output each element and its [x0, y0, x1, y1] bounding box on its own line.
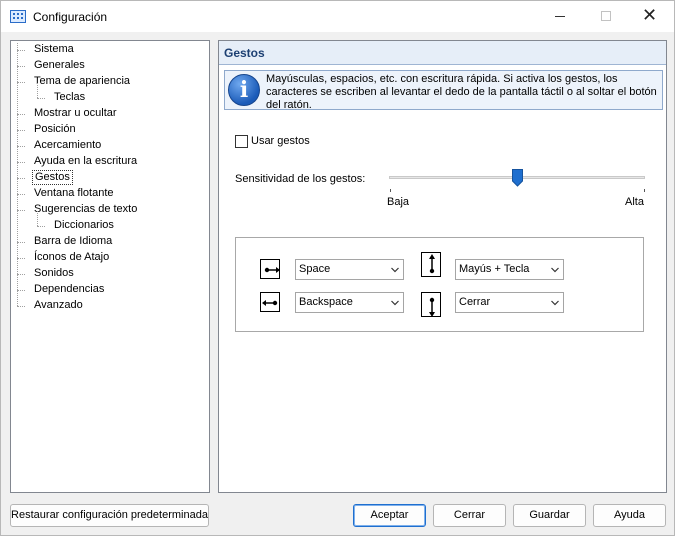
swipe-down-icon: [421, 292, 441, 317]
tree-line: [17, 114, 25, 115]
tree-line: [17, 162, 25, 163]
minimize-icon: [555, 16, 565, 17]
tree-line: [17, 146, 25, 147]
tree-line: [17, 130, 25, 131]
swipe-up-value: Mayús + Tecla: [459, 263, 530, 275]
tree-line: [17, 306, 25, 307]
gestures-panel: Gestos i Mayúsculas, espacios, etc. con …: [218, 40, 667, 493]
help-button[interactable]: Ayuda: [593, 504, 666, 527]
cancel-button[interactable]: Cerrar: [433, 504, 506, 527]
tree-line: [37, 226, 45, 227]
tree-item[interactable]: Gestos: [32, 170, 73, 185]
use-gestures-label[interactable]: Usar gestos: [251, 135, 310, 147]
tree-line: [17, 258, 25, 259]
swipe-right-select[interactable]: Space: [295, 259, 404, 280]
tree-item[interactable]: Ventana flotante: [32, 186, 116, 201]
panel-title: Gestos: [224, 46, 265, 60]
sensitivity-label: Sensitividad de los gestos:: [235, 173, 366, 185]
gesture-mapping-box: Space Mayús + Tecla Backspace Cerrar: [235, 237, 644, 332]
tree-item[interactable]: Tema de apariencia: [32, 74, 132, 89]
tree-line: [37, 83, 38, 98]
slider-tick-max: [644, 189, 645, 192]
tree-line: [37, 211, 38, 226]
sensitivity-min-label: Baja: [387, 196, 410, 208]
swipe-down-value: Cerrar: [459, 296, 491, 308]
sensitivity-max-label: Alta: [625, 196, 644, 208]
tree-item[interactable]: Barra de Idioma: [32, 234, 114, 249]
tree-line: [17, 178, 25, 179]
use-gestures-checkbox[interactable]: [235, 135, 248, 148]
tree-line: [17, 194, 25, 195]
tree-line: [37, 98, 45, 99]
tree-line: [17, 66, 25, 67]
tree-line: [17, 242, 25, 243]
maximize-button[interactable]: [583, 1, 629, 32]
keyboard-icon: [10, 10, 26, 23]
info-text: Mayúsculas, espacios, etc. con escritura…: [266, 73, 657, 111]
tree-item[interactable]: Posición: [32, 122, 78, 137]
tree-item[interactable]: Sugerencias de texto: [32, 202, 139, 217]
panel-header: Gestos: [219, 41, 666, 65]
tree-line: [17, 50, 25, 51]
info-icon: i: [228, 74, 260, 106]
close-button[interactable]: ✕: [628, 1, 674, 32]
tree-line: [17, 274, 25, 275]
settings-tree: Sistema Generales Tema de apariencia Teclas…: [10, 40, 210, 493]
tree-item[interactable]: Diccionarios: [52, 218, 116, 233]
tree-item[interactable]: Teclas: [52, 90, 87, 105]
restore-defaults-button[interactable]: Restaurar configuración predeterminada: [10, 504, 209, 527]
tree-item[interactable]: Sonidos: [32, 266, 76, 281]
tree-item[interactable]: Íconos de Atajo: [32, 250, 111, 265]
tree-line: [17, 290, 25, 291]
tree-item[interactable]: Sistema: [32, 42, 76, 57]
swipe-left-value: Backspace: [299, 296, 353, 308]
maximize-icon: [601, 11, 611, 21]
sensitivity-slider-thumb[interactable]: [512, 169, 523, 187]
slider-tick-min: [390, 189, 391, 192]
accept-button[interactable]: Aceptar: [353, 504, 426, 527]
save-button[interactable]: Guardar: [513, 504, 586, 527]
tree-item[interactable]: Ayuda en la escritura: [32, 154, 139, 169]
tree-line: [17, 82, 25, 83]
swipe-up-icon: [421, 252, 441, 277]
tree-item[interactable]: Dependencias: [32, 282, 106, 297]
close-icon: ✕: [642, 5, 658, 26]
tree-item[interactable]: Acercamiento: [32, 138, 103, 153]
swipe-left-icon: [260, 292, 280, 312]
swipe-right-value: Space: [299, 263, 331, 275]
tree-item[interactable]: Mostrar u ocultar: [32, 106, 119, 121]
swipe-right-icon: [260, 259, 280, 279]
tree-item[interactable]: Avanzado: [32, 298, 85, 313]
swipe-down-select[interactable]: Cerrar: [455, 292, 564, 313]
tree-item[interactable]: Generales: [32, 58, 87, 73]
chevron-down-icon: [551, 267, 559, 273]
chevron-down-icon: [391, 300, 399, 306]
minimize-button[interactable]: [537, 1, 583, 32]
tree-line: [17, 210, 25, 211]
info-box: i Mayúsculas, espacios, etc. con escritu…: [224, 70, 663, 111]
swipe-up-select[interactable]: Mayús + Tecla: [455, 259, 564, 280]
title-bar: Configuración ✕: [1, 1, 674, 32]
swipe-left-select[interactable]: Backspace: [295, 292, 404, 313]
configuration-window: Configuración ✕ Sistema Generales Tema de …: [0, 0, 675, 536]
chevron-down-icon: [391, 267, 399, 273]
chevron-down-icon: [551, 300, 559, 306]
window-title: Configuración: [33, 10, 108, 24]
